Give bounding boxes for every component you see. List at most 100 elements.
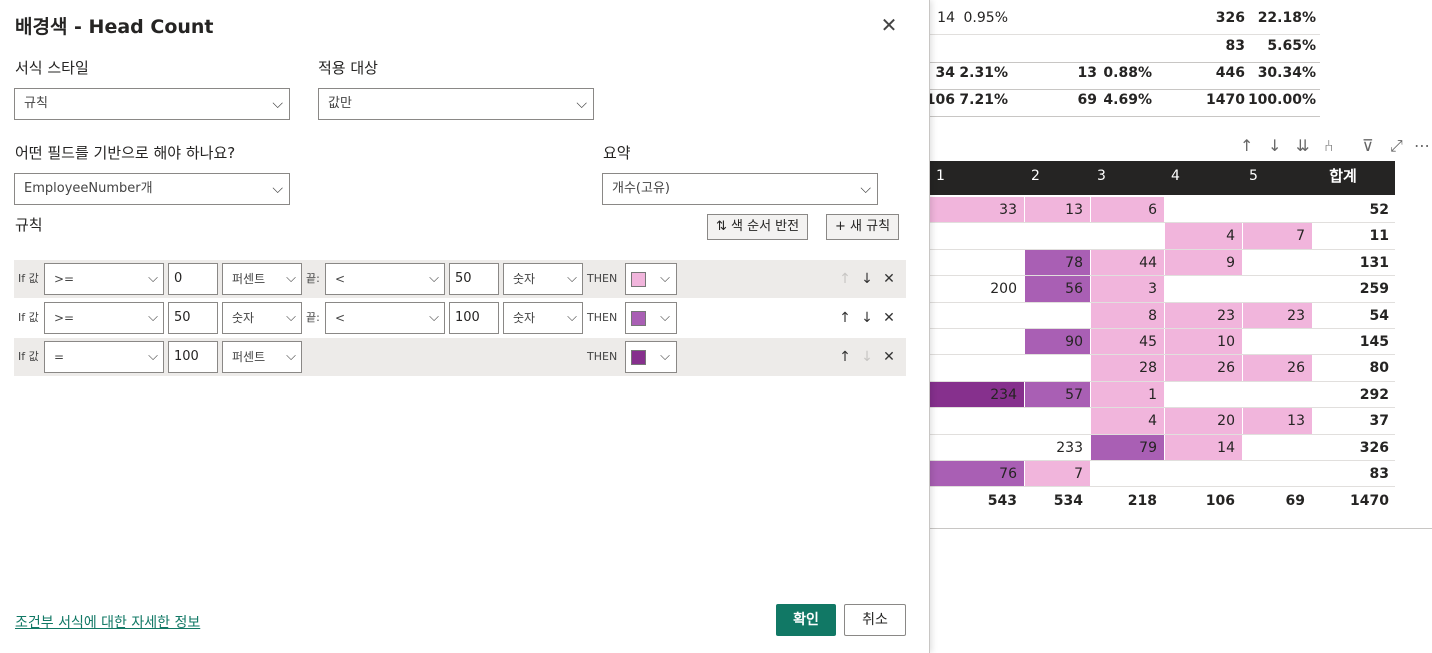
- chevron-down-icon: ⌵: [429, 271, 439, 286]
- matrix-cell: 45: [1091, 329, 1164, 355]
- matrix-cell: 78: [1025, 249, 1090, 276]
- delete-icon[interactable]: ✕: [878, 338, 900, 376]
- delete-icon[interactable]: ✕: [878, 260, 900, 298]
- chevron-down-icon: ⌵: [660, 349, 670, 364]
- move-down-icon[interactable]: ↓: [856, 299, 878, 337]
- apply-to-label: 적용 대상: [318, 59, 378, 77]
- delete-icon[interactable]: ✕: [878, 299, 900, 337]
- summary-dropdown[interactable]: 개수(고유) ⌵: [602, 173, 878, 205]
- filter-icon[interactable]: ⊽: [1362, 136, 1374, 155]
- field-value: EmployeeNumber개: [24, 181, 153, 196]
- matrix-cell: 6: [1091, 197, 1164, 223]
- matrix-cell: 90: [1025, 329, 1090, 355]
- matrix-column-total: 543: [987, 493, 1017, 510]
- matrix-column-header[interactable]: 1: [936, 161, 1025, 195]
- value-input[interactable]: 0: [168, 263, 218, 295]
- unit-dropdown[interactable]: 숫자 ⌵: [503, 302, 583, 334]
- chevron-down-icon: ⌵: [860, 181, 871, 197]
- unit-value: 숫자: [513, 272, 536, 286]
- matrix-column-header[interactable]: 2: [1031, 161, 1091, 195]
- visual-bottom-border: [930, 528, 1432, 529]
- matrix-column-header[interactable]: 4: [1171, 161, 1243, 195]
- color-swatch: [631, 311, 646, 326]
- matrix-column-header[interactable]: 5: [1249, 161, 1313, 195]
- format-style-dropdown[interactable]: 규칙 ⌵: [14, 88, 290, 120]
- matrix-cell: 23: [1243, 302, 1312, 328]
- matrix-cell: [1243, 461, 1312, 486]
- value-input[interactable]: 100: [168, 341, 218, 373]
- unit-dropdown[interactable]: 숫자 ⌵: [222, 302, 302, 334]
- matrix-cell: 20: [1165, 408, 1242, 434]
- operator-dropdown[interactable]: < ⌵: [325, 302, 445, 334]
- summary-cell: 7.21%: [959, 92, 1008, 108]
- move-up-icon[interactable]: ↑: [834, 299, 856, 337]
- operator-value: <: [335, 311, 346, 325]
- move-up-icon[interactable]: ↑: [834, 260, 856, 298]
- value-input[interactable]: 50: [449, 263, 499, 295]
- matrix-column-header[interactable]: 합계: [1305, 161, 1381, 195]
- row-divider: [930, 62, 1320, 63]
- color-picker[interactable]: ⌵: [625, 341, 677, 373]
- matrix-cell: 13: [1025, 197, 1090, 223]
- unit-dropdown[interactable]: 퍼센트 ⌵: [222, 341, 302, 373]
- arrow-up-icon[interactable]: ↑: [1240, 136, 1253, 155]
- matrix-column-total: 69: [1285, 493, 1305, 510]
- move-up-icon[interactable]: ↑: [834, 338, 856, 376]
- dialog-title: 배경색 - Head Count: [15, 16, 214, 38]
- color-picker[interactable]: ⌵: [625, 263, 677, 295]
- learn-more-link[interactable]: 조건부 서식에 대한 자세한 정보: [15, 612, 200, 632]
- operator-dropdown[interactable]: >= ⌵: [44, 302, 164, 334]
- operator-dropdown[interactable]: = ⌵: [44, 341, 164, 373]
- format-style-value: 규칙: [24, 96, 48, 111]
- matrix-column-total: 1470: [1350, 493, 1389, 510]
- field-dropdown[interactable]: EmployeeNumber개 ⌵: [14, 173, 290, 205]
- matrix-column-total: 218: [1127, 493, 1157, 510]
- reverse-color-order-button[interactable]: ⇅ 색 순서 반전: [707, 214, 809, 240]
- ok-button[interactable]: 확인: [776, 604, 836, 636]
- arrow-down-icon[interactable]: ↓: [1268, 136, 1281, 155]
- matrix-cell: 7: [1025, 461, 1090, 487]
- new-rule-button[interactable]: + 새 규칙: [826, 214, 900, 240]
- unit-value: 퍼센트: [232, 350, 266, 364]
- operator-dropdown[interactable]: >= ⌵: [44, 263, 164, 295]
- matrix-cell: [1165, 382, 1242, 407]
- matrix-cell: [1243, 197, 1312, 222]
- cancel-button[interactable]: 취소: [844, 604, 906, 636]
- value-input[interactable]: 50: [168, 302, 218, 334]
- matrix-cell: 33: [930, 197, 1024, 223]
- focus-mode-icon[interactable]: ⤢: [1390, 136, 1403, 156]
- matrix-row-total: 83: [1369, 466, 1389, 482]
- move-down-icon[interactable]: ↓: [856, 338, 878, 376]
- chevron-down-icon: ⌵: [660, 271, 670, 286]
- color-swatch: [631, 272, 646, 287]
- summary-cell: 1470: [1206, 92, 1245, 108]
- operator-value: >=: [54, 311, 75, 325]
- expand-hierarchy-icon[interactable]: ⑃: [1324, 136, 1334, 155]
- chevron-down-icon: ⌵: [286, 310, 296, 325]
- matrix-cell: 7: [1243, 223, 1312, 249]
- move-down-icon[interactable]: ↓: [856, 260, 878, 298]
- unit-dropdown[interactable]: 숫자 ⌵: [503, 263, 583, 295]
- operator-value: >=: [54, 272, 75, 286]
- matrix-row-total: 54: [1369, 307, 1389, 324]
- and-label: 끝:: [306, 311, 320, 324]
- matrix-cell: 44: [1091, 249, 1164, 276]
- chevron-down-icon: ⌵: [272, 96, 283, 112]
- matrix-cell: 234: [930, 381, 1024, 408]
- matrix-cell: [930, 435, 1024, 460]
- close-icon[interactable]: ✕: [878, 14, 900, 36]
- unit-dropdown[interactable]: 퍼센트 ⌵: [222, 263, 302, 295]
- value-input[interactable]: 100: [449, 302, 499, 334]
- matrix-cell: 233: [1056, 439, 1083, 456]
- matrix-cell: [930, 408, 1024, 433]
- apply-to-dropdown[interactable]: 값만 ⌵: [318, 88, 594, 120]
- summary-cell: 30.34%: [1257, 65, 1316, 81]
- matrix-cell: 76: [930, 461, 1024, 487]
- operator-dropdown[interactable]: < ⌵: [325, 263, 445, 295]
- matrix-cell: 26: [1165, 355, 1242, 381]
- matrix-column-header[interactable]: 3: [1097, 161, 1165, 195]
- double-arrow-down-icon[interactable]: ⇊: [1296, 136, 1309, 155]
- more-options-icon[interactable]: ⋯: [1414, 136, 1430, 155]
- summary-cell: 83: [1225, 38, 1245, 54]
- color-picker[interactable]: ⌵: [625, 302, 677, 334]
